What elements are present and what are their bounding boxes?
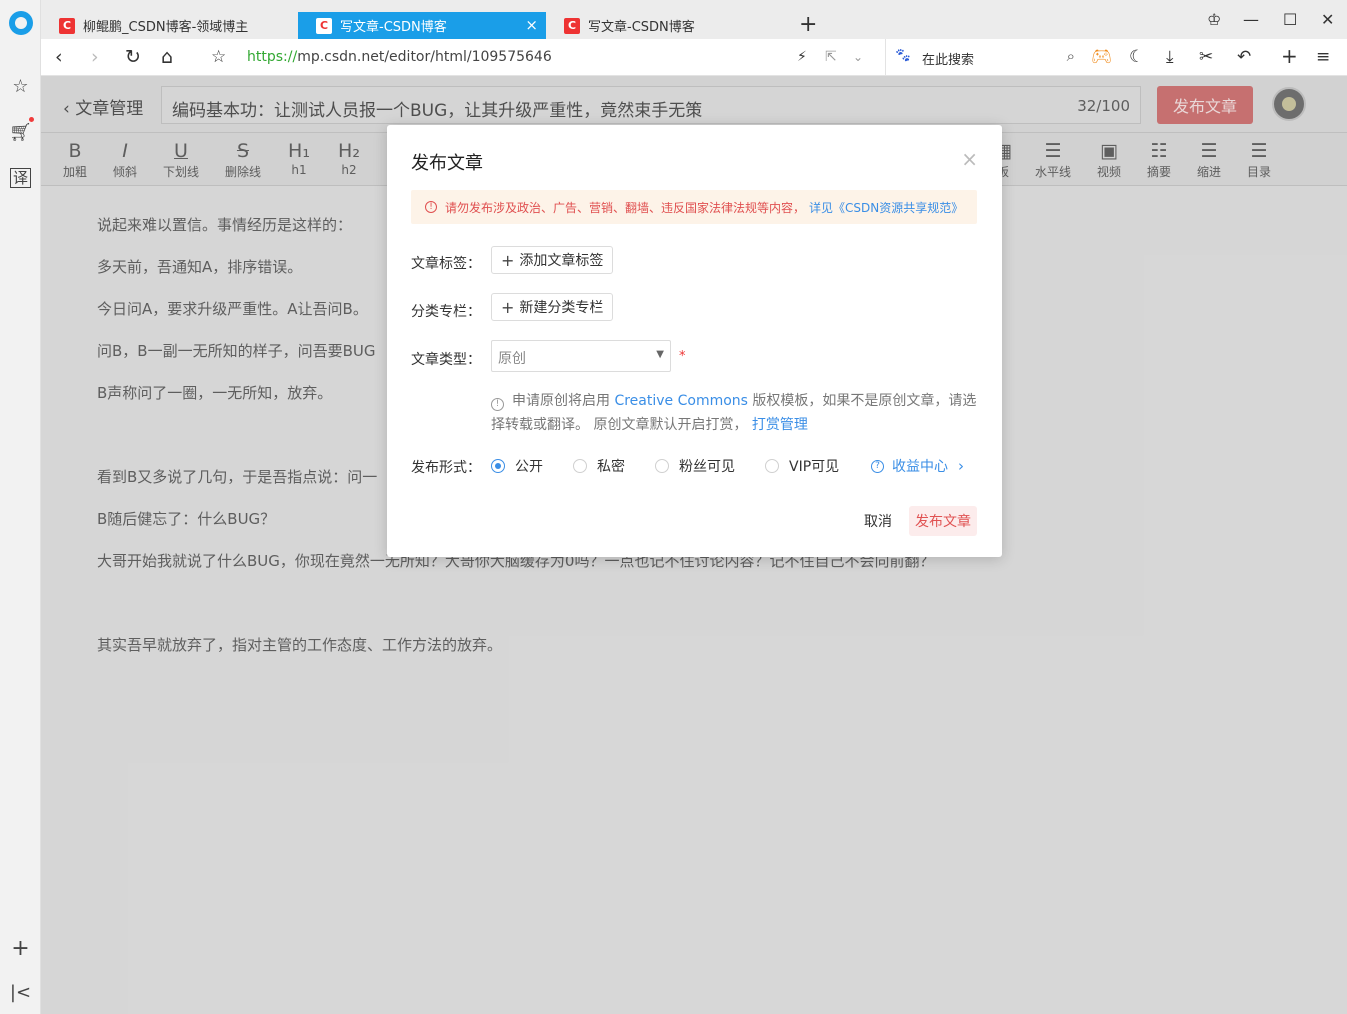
night-mode-icon[interactable]: ☾ (1129, 47, 1144, 67)
required-mark: * (679, 349, 686, 364)
new-column-label: 新建分类专栏 (519, 300, 604, 316)
share-icon[interactable]: ⇱ (825, 49, 837, 65)
radio-dot (491, 459, 505, 473)
plus-icon[interactable]: + (1281, 44, 1298, 68)
hint-text-pre: 申请原创将启用 (512, 393, 615, 409)
chevron-down-icon[interactable]: ⌄ (853, 50, 863, 64)
radio-private[interactable]: 私密 (573, 456, 625, 476)
earnings-center-link[interactable]: ? 收益中心 › (871, 456, 964, 476)
home-icon[interactable]: ⌂ (161, 46, 173, 68)
tab-write-article-active[interactable]: C 写文章-CSDN博客 × (298, 12, 546, 39)
menu-icon[interactable]: ≡ (1316, 47, 1330, 67)
reload-icon[interactable]: ↻ (125, 46, 141, 68)
browser-sidebar: ☆ 🛒︎ 译 + |< (0, 0, 41, 1014)
radio-dot (765, 459, 779, 473)
collapse-sidebar-icon[interactable]: |< (0, 982, 41, 1003)
radio-label: 私密 (597, 459, 625, 475)
browser-logo-icon[interactable] (9, 11, 33, 35)
radio-dot (573, 459, 587, 473)
radio-public[interactable]: 公开 (491, 456, 543, 476)
close-tab-icon[interactable]: × (525, 16, 538, 34)
chevron-right-icon: › (958, 457, 964, 475)
maximize-icon[interactable]: ☐ (1283, 10, 1297, 29)
tab-strip: C 柳鲲鹏_CSDN博客-领域博主 C 写文章-CSDN博客 × C 写文章-C… (41, 0, 1347, 39)
undo-icon[interactable]: ↶ (1237, 47, 1251, 67)
radio-label: VIP可见 (789, 459, 840, 475)
plus-icon: + (501, 297, 515, 317)
creative-commons-link[interactable]: Creative Commons (614, 393, 748, 409)
original-hint: ! 申请原创将启用 Creative Commons 版权模板，如果不是原创文章，… (491, 389, 981, 437)
radio-label: 粉丝可见 (679, 459, 735, 475)
address-bar: ‹ › ↻ ⌂ ☆ https://mp.csdn.net/editor/htm… (41, 39, 1347, 76)
caret-down-icon: ▼ (656, 349, 664, 360)
shirt-skin-icon[interactable]: ♔ (1207, 10, 1221, 29)
radio-dot (655, 459, 669, 473)
publish-dialog: 发布文章 × ! 请勿发布涉及政治、广告、营销、翻墙、违反国家法律法规等内容， … (387, 125, 1002, 557)
game-icon[interactable]: 🎮︎ (1091, 47, 1113, 67)
tab-label: 写文章-CSDN博客 (340, 20, 447, 35)
back-icon[interactable]: ‹ (55, 46, 63, 68)
plus-icon: + (501, 250, 515, 270)
help-icon: ? (871, 459, 884, 473)
csdn-favicon-icon: C (564, 17, 580, 34)
csdn-favicon-icon: C (316, 17, 332, 34)
column-label: 分类专栏： (411, 304, 481, 320)
tab-label: 写文章-CSDN博客 (588, 20, 695, 35)
tab-write-article[interactable]: C 写文章-CSDN博客 (546, 12, 786, 39)
close-icon[interactable]: × (961, 147, 978, 171)
search-icon[interactable]: ⌕ (1067, 47, 1075, 65)
publish-form-label: 发布形式： (411, 460, 481, 476)
csdn-favicon-icon: C (59, 17, 75, 34)
download-icon[interactable]: ⤓ (1166, 47, 1174, 67)
new-column-button[interactable]: + 新建分类专栏 (491, 293, 614, 321)
add-icon[interactable]: + (0, 936, 41, 961)
forward-icon[interactable]: › (91, 46, 99, 68)
close-window-icon[interactable]: ✕ (1321, 10, 1334, 29)
dialog-title: 发布文章 (411, 153, 483, 174)
info-icon: ! (491, 398, 504, 411)
csdn-rules-link[interactable]: 详见《CSDN资源共享规范》 (809, 199, 963, 216)
article-type-select[interactable]: 原创 ▼ (491, 340, 671, 372)
content-warning-banner: ! 请勿发布涉及政治、广告、营销、翻墙、违反国家法律法规等内容， 详见《CSDN… (411, 190, 977, 224)
baidu-paw-icon[interactable]: 🐾︎ (894, 48, 912, 64)
cart-icon[interactable]: 🛒︎ (0, 122, 41, 143)
article-type-value: 原创 (498, 351, 526, 367)
reward-management-link[interactable]: 打赏管理 (752, 417, 808, 433)
radio-label: 公开 (515, 459, 543, 475)
star-icon[interactable]: ☆ (0, 76, 41, 97)
url-field[interactable]: https://mp.csdn.net/editor/html/10957564… (247, 49, 552, 65)
article-type-label: 文章类型： (411, 352, 481, 368)
radio-vip-only[interactable]: VIP可见 (765, 456, 839, 476)
lightning-icon[interactable]: ⚡ (797, 49, 807, 65)
minimize-icon[interactable]: — (1243, 10, 1259, 29)
bookmark-star-icon[interactable]: ☆ (211, 47, 226, 67)
add-tag-label: 添加文章标签 (519, 253, 604, 269)
publish-button[interactable]: 发布文章 (909, 506, 977, 536)
translate-icon[interactable]: 译 (0, 167, 41, 188)
add-tag-button[interactable]: + 添加文章标签 (491, 246, 614, 274)
notification-dot (29, 117, 34, 122)
cancel-button[interactable]: 取消 (857, 506, 899, 536)
tab-blog-home[interactable]: C 柳鲲鹏_CSDN博客-领域博主 (41, 12, 298, 39)
tags-label: 文章标签： (411, 256, 481, 272)
screenshot-scissors-icon[interactable]: ✂ (1199, 47, 1213, 67)
new-tab-button[interactable]: + (799, 12, 817, 37)
warning-text: 请勿发布涉及政治、广告、营销、翻墙、违反国家法律法规等内容， (445, 200, 806, 215)
url-protocol: https:// (247, 49, 298, 65)
radio-fans-only[interactable]: 粉丝可见 (655, 456, 735, 476)
search-engine-box[interactable]: 🐾︎ 在此搜索 ⌕ (885, 39, 1083, 76)
search-input[interactable]: 在此搜索 (922, 49, 974, 68)
url-path: mp.csdn.net/editor/html/109575646 (297, 49, 552, 65)
earnings-label: 收益中心 (892, 459, 948, 475)
warning-icon: ! (425, 201, 437, 213)
tab-label: 柳鲲鹏_CSDN博客-领域博主 (83, 20, 249, 35)
